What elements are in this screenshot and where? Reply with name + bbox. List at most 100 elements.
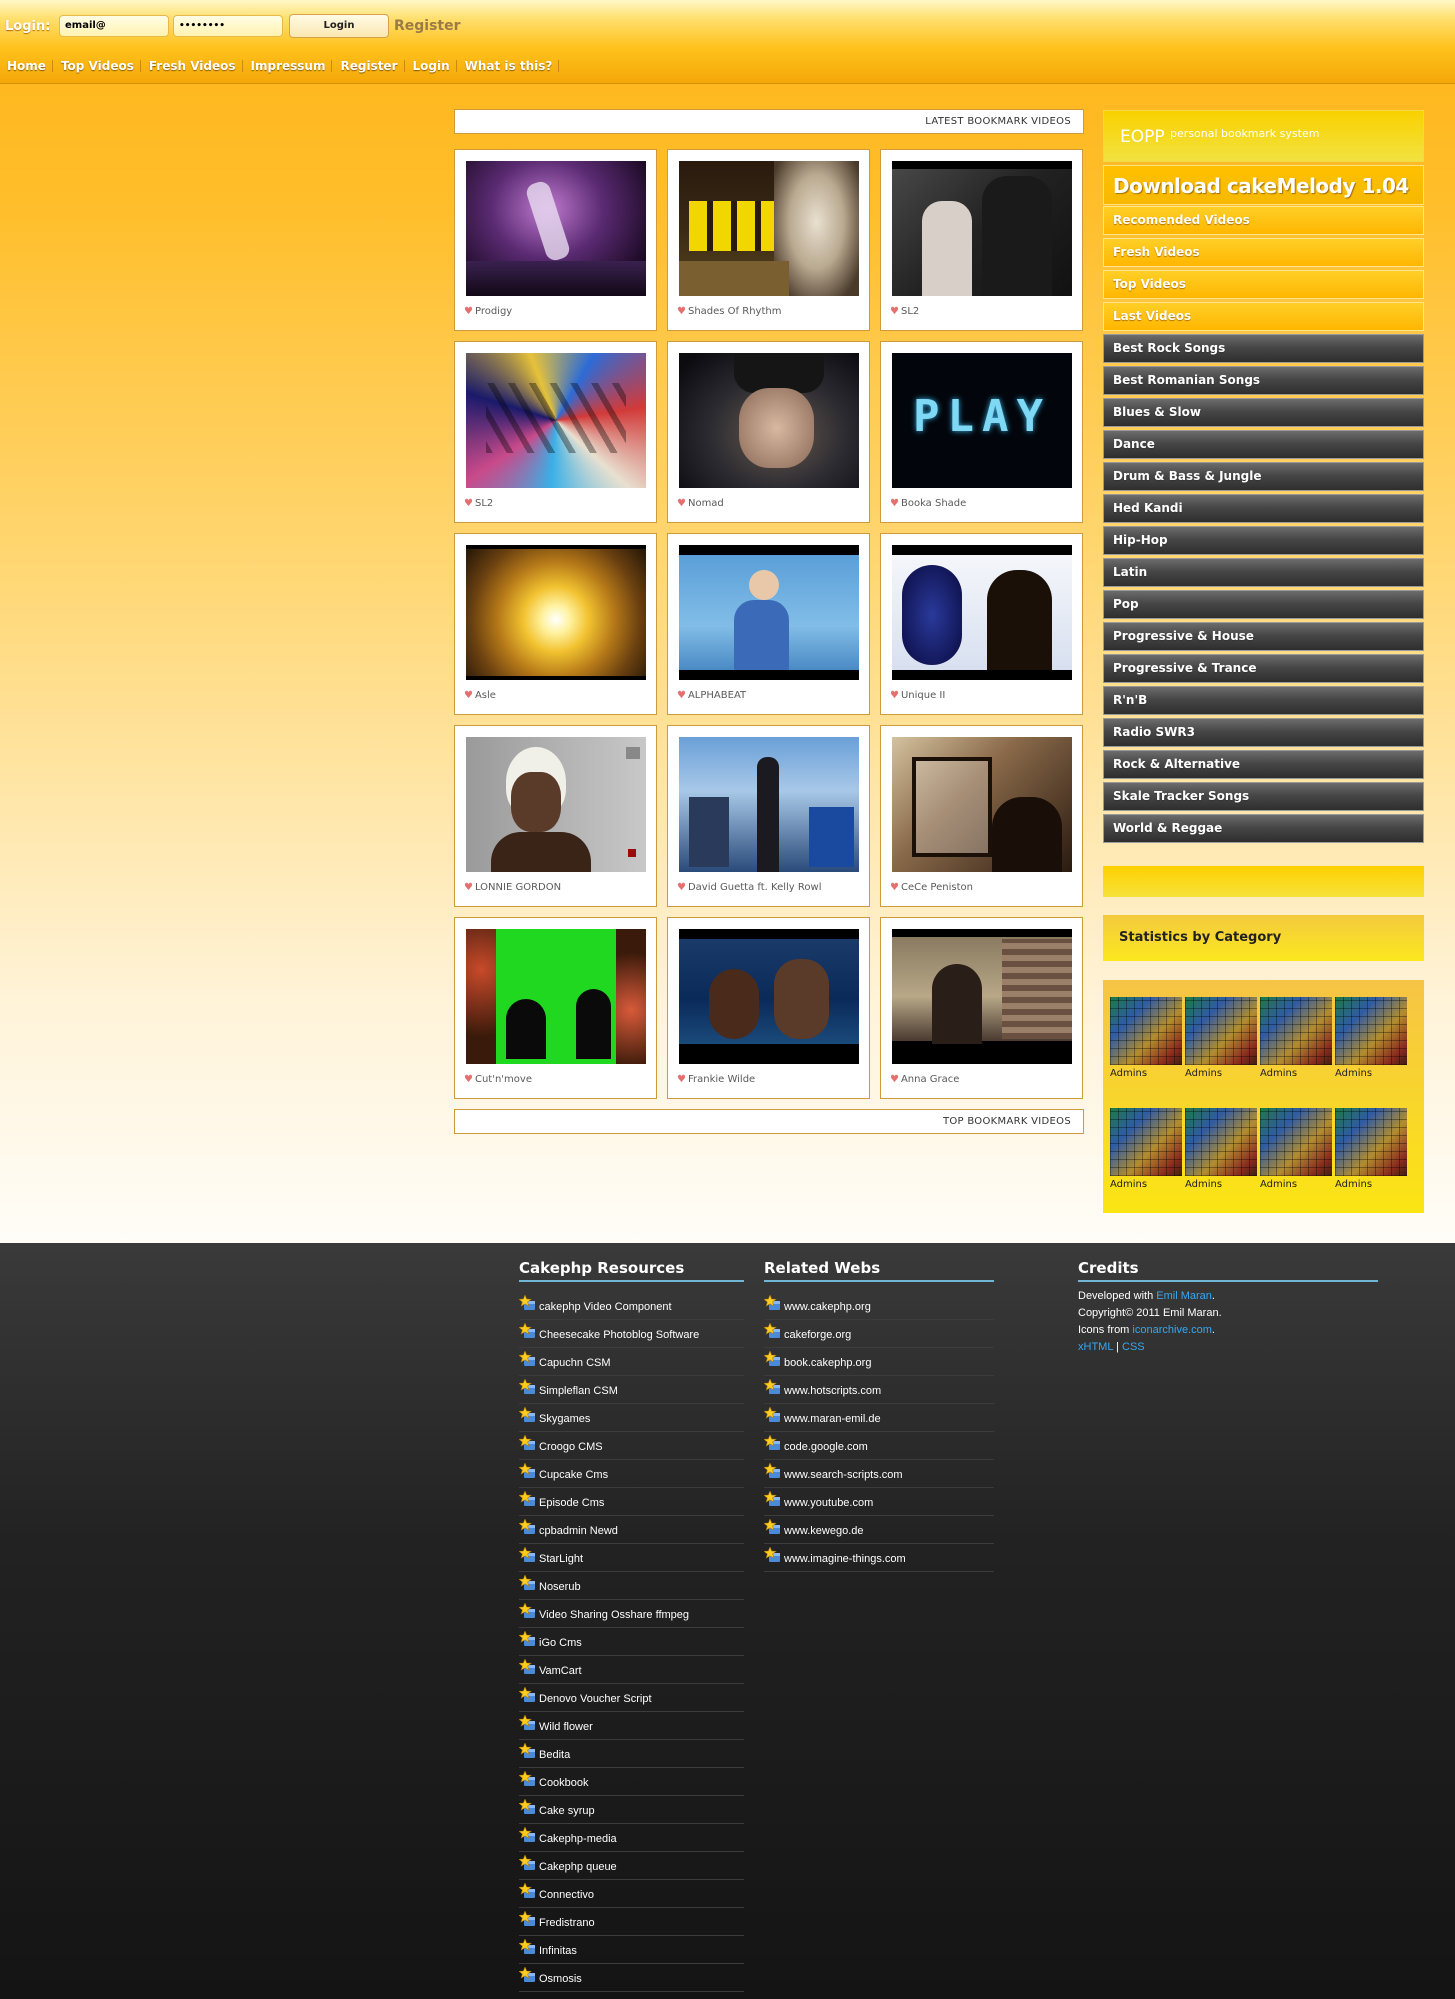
password-field[interactable]: ••••••••: [173, 15, 283, 37]
video-caption[interactable]: ♥ Nomad: [677, 498, 724, 509]
stat-item[interactable]: Admins: [1335, 1108, 1407, 1190]
related-link[interactable]: www.imagine-things.com: [784, 1553, 906, 1565]
sidebar-item-last-videos[interactable]: Last Videos: [1103, 302, 1424, 331]
resource-item[interactable]: Croogo CMS: [519, 1432, 744, 1460]
resource-item[interactable]: Connectivo: [519, 1880, 744, 1908]
stat-item[interactable]: Admins: [1110, 1108, 1182, 1190]
resource-item[interactable]: Cookbook: [519, 1768, 744, 1796]
video-title[interactable]: Prodigy: [475, 306, 512, 317]
nav-top-videos[interactable]: Top Videos: [61, 59, 134, 73]
related-link[interactable]: www.search-scripts.com: [784, 1469, 903, 1481]
resource-link[interactable]: Cake syrup: [539, 1805, 595, 1817]
resource-link[interactable]: Noserub: [539, 1581, 581, 1593]
sidebar-item-fresh-videos[interactable]: Fresh Videos: [1103, 238, 1424, 267]
video-thumbnail[interactable]: [892, 545, 1072, 680]
stat-chart-thumbnail[interactable]: [1335, 997, 1407, 1065]
css-link[interactable]: CSS: [1122, 1341, 1145, 1353]
category-best-romanian-songs[interactable]: Best Romanian Songs: [1103, 366, 1424, 395]
resource-link[interactable]: Simpleflan CSM: [539, 1385, 618, 1397]
related-link[interactable]: book.cakephp.org: [784, 1357, 871, 1369]
video-title[interactable]: LONNIE GORDON: [475, 882, 561, 893]
video-tile[interactable]: ♥ Anna Grace: [880, 917, 1083, 1099]
resource-item[interactable]: Infinitas: [519, 1936, 744, 1964]
resource-link[interactable]: Capuchn CSM: [539, 1357, 611, 1369]
related-item[interactable]: www.cakephp.org: [764, 1292, 994, 1320]
related-link[interactable]: cakeforge.org: [784, 1329, 851, 1341]
resource-link[interactable]: Connectivo: [539, 1889, 594, 1901]
stat-chart-thumbnail[interactable]: [1110, 1108, 1182, 1176]
login-button[interactable]: Login: [289, 14, 389, 38]
related-item[interactable]: www.hotscripts.com: [764, 1376, 994, 1404]
video-title[interactable]: SL2: [901, 306, 919, 317]
video-caption[interactable]: ♥ Shades Of Rhythm: [677, 306, 781, 317]
category-skale-tracker-songs[interactable]: Skale Tracker Songs: [1103, 782, 1424, 811]
nav-what-is-this[interactable]: What is this?: [465, 59, 553, 73]
stat-chart-thumbnail[interactable]: [1335, 1108, 1407, 1176]
category-radio-swr3[interactable]: Radio SWR3: [1103, 718, 1424, 747]
stat-item[interactable]: Admins: [1260, 997, 1332, 1079]
category-hed-kandi[interactable]: Hed Kandi: [1103, 494, 1424, 523]
video-thumbnail[interactable]: [679, 737, 859, 872]
video-thumbnail[interactable]: [466, 161, 646, 296]
video-tile[interactable]: ♥ Nomad: [667, 341, 870, 523]
video-tile[interactable]: ♥ Unique II: [880, 533, 1083, 715]
video-caption[interactable]: ♥ Frankie Wilde: [677, 1074, 755, 1085]
resource-link[interactable]: Cakephp queue: [539, 1861, 617, 1873]
sidebar-item-recomended-videos[interactable]: Recomended Videos: [1103, 206, 1424, 235]
video-tile[interactable]: ♥ SL2: [880, 149, 1083, 331]
video-caption[interactable]: ♥ Cut'n'move: [464, 1074, 532, 1085]
stat-item[interactable]: Admins: [1335, 997, 1407, 1079]
resource-link[interactable]: Cakephp-media: [539, 1833, 617, 1845]
resource-link[interactable]: Cheesecake Photoblog Software: [539, 1329, 699, 1341]
resource-link[interactable]: Bedita: [539, 1749, 570, 1761]
nav-login[interactable]: Login: [413, 59, 450, 73]
video-caption[interactable]: ♥ ALPHABEAT: [677, 690, 746, 701]
resource-link[interactable]: Skygames: [539, 1413, 590, 1425]
category-blues-slow[interactable]: Blues & Slow: [1103, 398, 1424, 427]
resource-item[interactable]: Fredistrano: [519, 1908, 744, 1936]
video-thumbnail[interactable]: [892, 161, 1072, 296]
video-caption[interactable]: ♥ Asle: [464, 690, 496, 701]
related-link[interactable]: www.youtube.com: [784, 1497, 873, 1509]
nav-register[interactable]: Register: [340, 59, 397, 73]
resource-item[interactable]: Cakephp-media: [519, 1824, 744, 1852]
category-rnb[interactable]: R'n'B: [1103, 686, 1424, 715]
video-tile[interactable]: ♥ Shades Of Rhythm: [667, 149, 870, 331]
stat-chart-thumbnail[interactable]: [1260, 1108, 1332, 1176]
resource-link[interactable]: Croogo CMS: [539, 1441, 603, 1453]
video-thumbnail[interactable]: [892, 737, 1072, 872]
video-thumbnail[interactable]: [466, 929, 646, 1064]
video-title[interactable]: Frankie Wilde: [688, 1074, 755, 1085]
video-thumbnail[interactable]: [679, 353, 859, 488]
category-hip-hop[interactable]: Hip-Hop: [1103, 526, 1424, 555]
resource-item[interactable]: Video Sharing Osshare ffmpeg: [519, 1600, 744, 1628]
nav-home[interactable]: Home: [7, 59, 46, 73]
video-tile[interactable]: ♥ ALPHABEAT: [667, 533, 870, 715]
related-item[interactable]: book.cakephp.org: [764, 1348, 994, 1376]
resource-link[interactable]: Cupcake Cms: [539, 1469, 608, 1481]
video-tile[interactable]: ♥ Prodigy: [454, 149, 657, 331]
category-pop[interactable]: Pop: [1103, 590, 1424, 619]
video-thumbnail[interactable]: [466, 737, 646, 872]
video-title[interactable]: Unique II: [901, 690, 945, 701]
video-tile[interactable]: ♥ SL2: [454, 341, 657, 523]
nav-impressum[interactable]: Impressum: [251, 59, 326, 73]
register-link[interactable]: Register: [394, 18, 461, 34]
resource-item[interactable]: Wild flower: [519, 1712, 744, 1740]
related-item[interactable]: www.kewego.de: [764, 1516, 994, 1544]
category-latin[interactable]: Latin: [1103, 558, 1424, 587]
resource-item[interactable]: VamCart: [519, 1656, 744, 1684]
video-caption[interactable]: ♥ Unique II: [890, 690, 945, 701]
stat-item[interactable]: Admins: [1185, 1108, 1257, 1190]
related-link[interactable]: www.hotscripts.com: [784, 1385, 881, 1397]
resource-link[interactable]: VamCart: [539, 1665, 582, 1677]
category-dance[interactable]: Dance: [1103, 430, 1424, 459]
resource-link[interactable]: Episode Cms: [539, 1497, 604, 1509]
related-link[interactable]: www.cakephp.org: [784, 1301, 871, 1313]
credits-author-link[interactable]: Emil Maran: [1156, 1290, 1212, 1302]
stat-item[interactable]: Admins: [1260, 1108, 1332, 1190]
related-link[interactable]: code.google.com: [784, 1441, 868, 1453]
resource-item[interactable]: Cakephp queue: [519, 1852, 744, 1880]
stat-item[interactable]: Admins: [1185, 997, 1257, 1079]
video-title[interactable]: Asle: [475, 690, 496, 701]
